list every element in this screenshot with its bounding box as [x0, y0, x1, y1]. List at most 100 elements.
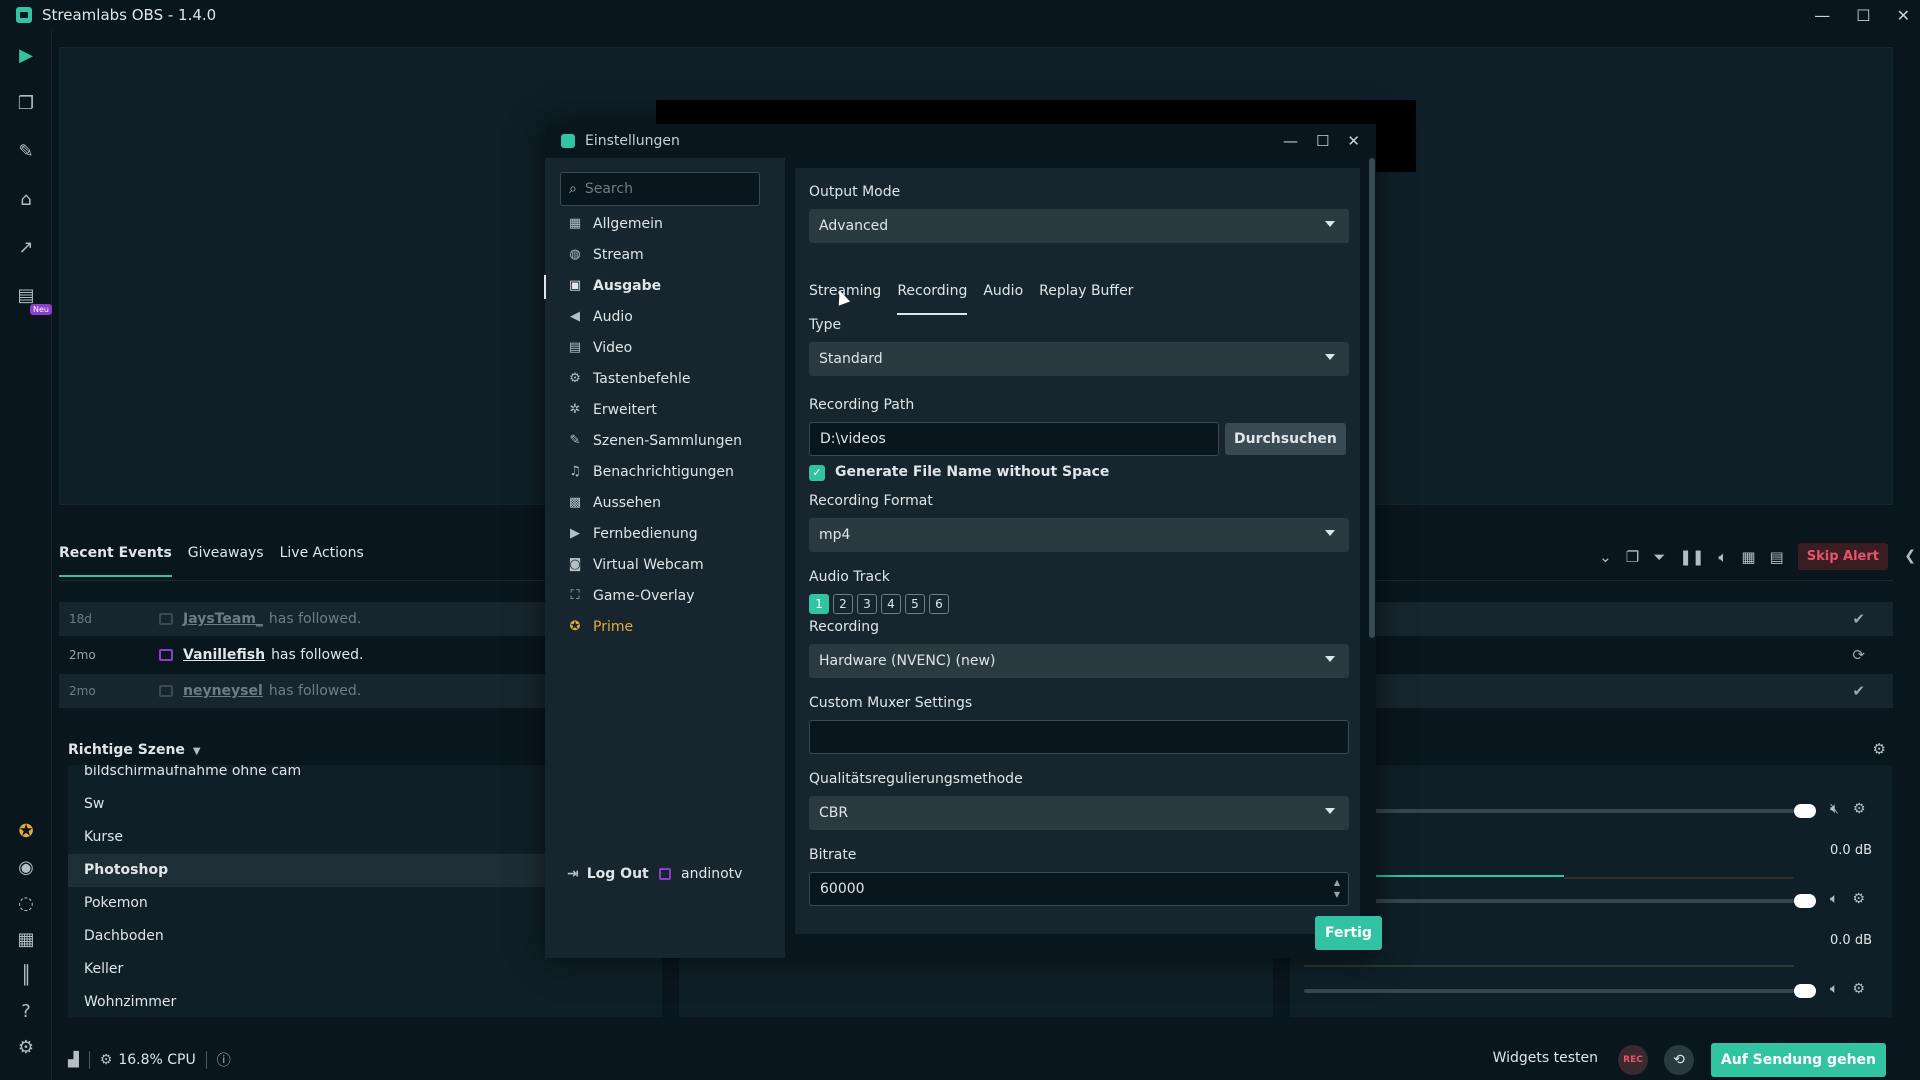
view-list-icon[interactable]: ▤ — [1770, 548, 1784, 566]
encoder-select[interactable]: Hardware (NVENC) (new) — [809, 644, 1349, 678]
go-live-button[interactable]: Auf Sendung gehen — [1710, 1043, 1886, 1077]
maximize-icon[interactable]: ☐ — [1316, 132, 1329, 150]
tab-replay-buffer[interactable]: Replay Buffer — [1039, 283, 1133, 315]
sidebar-item-erweitert[interactable]: ✲ Erweitert — [567, 399, 657, 421]
gear-icon[interactable]: ⚙ — [1852, 981, 1865, 997]
prime-icon[interactable]: ✪ — [16, 822, 36, 842]
sidebar-item-prime[interactable]: ✪ Prime — [567, 616, 634, 638]
dashboard-icon[interactable]: ◉ — [16, 858, 36, 878]
gear-icon[interactable]: ⚙ — [1853, 801, 1866, 817]
help-icon[interactable]: ? — [16, 1002, 36, 1022]
sidebar-item-virtual-webcam[interactable]: ◙ Virtual Webcam — [567, 554, 704, 576]
event-user-link[interactable]: Vanillefish — [183, 647, 265, 663]
analytics-icon[interactable]: ↗ — [16, 238, 36, 258]
type-select[interactable]: Standard — [809, 342, 1349, 376]
settings-gear-icon[interactable]: ⚙ — [16, 1038, 36, 1058]
tab-recording[interactable]: Recording — [897, 283, 968, 315]
speaker-icon[interactable]: 🔈︎ — [1830, 981, 1838, 997]
minimize-icon[interactable]: — — [1283, 132, 1298, 150]
sidebar-item-ausgabe[interactable]: ▣ Ausgabe — [567, 275, 661, 297]
close-icon[interactable]: ✕ — [1347, 132, 1360, 150]
volume-slider-handle[interactable] — [1794, 984, 1816, 998]
bitrate-input[interactable]: 60000 ▲ ▼ — [809, 872, 1349, 906]
speaker-icon[interactable]: 🔈︎ — [1830, 891, 1838, 907]
sidebar-item-video[interactable]: ▤ Video — [567, 337, 632, 359]
sidebar-item-benachrichtigungen[interactable]: ♫ Benachrichtigungen — [567, 461, 734, 483]
bar-chart-icon[interactable]: ▟ — [68, 1052, 79, 1068]
spinner-down-icon[interactable]: ▼ — [1334, 890, 1340, 900]
recording-format-select[interactable]: mp4 — [809, 518, 1349, 552]
tab-recent-events[interactable]: Recent Events — [59, 545, 172, 577]
output-mode-select[interactable]: Advanced — [809, 209, 1349, 243]
highlighter-icon[interactable]: ▤ — [16, 286, 36, 306]
tab-live-actions[interactable]: Live Actions — [280, 545, 364, 577]
generate-filename-checkbox[interactable]: ✓ — [809, 465, 825, 481]
view-grid-icon[interactable]: ▦ — [1741, 548, 1755, 566]
skip-alert-button[interactable]: Skip Alert — [1797, 543, 1888, 570]
audio-track-3[interactable]: 3 — [857, 594, 877, 614]
audio-track-4[interactable]: 4 — [881, 594, 901, 614]
library-icon[interactable]: ║ — [16, 966, 36, 986]
volume-slider-track[interactable] — [1304, 989, 1794, 993]
maximize-icon[interactable]: ☐ — [1856, 6, 1870, 25]
browse-button[interactable]: Durchsuchen — [1225, 423, 1346, 455]
sidebar-item-tastenbefehle[interactable]: ⚙ Tastenbefehle — [567, 368, 690, 390]
info-icon[interactable]: ⓘ — [217, 1050, 231, 1070]
chevron-left-icon[interactable]: ❮ — [1904, 548, 1916, 564]
sidebar-item-allgemein[interactable]: ▦ Allgemein — [567, 213, 663, 235]
scene-collection-selector[interactable]: Richtige Szene ▼ — [68, 742, 201, 758]
check-icon[interactable]: ✔ — [1852, 682, 1865, 700]
layers-icon[interactable]: ❐ — [16, 94, 36, 114]
spinner-up-icon[interactable]: ▲ — [1334, 878, 1340, 888]
audio-track-6[interactable]: 6 — [929, 594, 949, 614]
sidebar-item-audio[interactable]: ◀ Audio — [567, 306, 633, 328]
settings-sidebar: ⌕ ▦ Allgemein ◍ Stream ▣ Ausgabe ◀ Audio ▤ Vi… — [544, 158, 785, 958]
repeat-icon[interactable]: ⟳ — [1852, 646, 1865, 664]
volume-slider-handle[interactable] — [1794, 804, 1816, 818]
close-icon[interactable]: ✕ — [1897, 6, 1910, 25]
volume-icon[interactable]: 🔈︎ — [1718, 548, 1727, 566]
recording-path-input[interactable] — [809, 422, 1219, 456]
muxer-settings-input[interactable] — [809, 720, 1349, 754]
sidebar-item-game-overlay[interactable]: ⛶ Game-Overlay — [567, 585, 694, 607]
store-icon[interactable]: ⌂ — [16, 190, 36, 210]
settings-scrollbar[interactable] — [1369, 158, 1375, 638]
done-button[interactable]: Fertig — [1315, 916, 1382, 950]
search-input[interactable] — [584, 181, 735, 197]
logout-button[interactable]: ⇥ Log Out — [567, 866, 649, 882]
chevron-down-icon[interactable]: ⌄ — [1599, 548, 1612, 566]
scene-item[interactable]: Wohnzimmer — [68, 986, 662, 1017]
event-user-link[interactable]: JaysTeam_ — [183, 611, 263, 627]
volume-slider-track[interactable] — [1374, 809, 1794, 813]
volume-slider-handle[interactable] — [1794, 894, 1816, 908]
gear-icon[interactable]: ⚙ — [1852, 891, 1865, 907]
audio-track-1[interactable]: 1 — [809, 594, 829, 614]
themes-icon[interactable]: ✎ — [16, 142, 36, 162]
audio-track-2[interactable]: 2 — [833, 594, 853, 614]
sidebar-item-label: Video — [593, 340, 633, 356]
tab-giveaways[interactable]: Giveaways — [188, 545, 264, 577]
audio-track-5[interactable]: 5 — [905, 594, 925, 614]
chat-icon[interactable]: ◌ — [16, 894, 36, 914]
mixer-settings-icon[interactable]: ⚙ — [1873, 740, 1886, 758]
event-user-link[interactable]: neyneysel — [183, 683, 263, 699]
studio-mode-icon[interactable]: ▶ — [16, 46, 36, 66]
apps-icon[interactable]: ▦ — [16, 930, 36, 950]
bitrate-spinner[interactable]: ▲ ▼ — [1334, 878, 1340, 900]
tab-audio[interactable]: Audio — [983, 283, 1023, 315]
check-icon[interactable]: ✔ — [1852, 610, 1865, 628]
record-button[interactable]: REC — [1618, 1045, 1648, 1075]
sidebar-item-stream[interactable]: ◍ Stream — [567, 244, 643, 266]
minimize-icon[interactable]: — — [1814, 6, 1830, 25]
volume-slider-track[interactable] — [1374, 899, 1794, 903]
filter-icon[interactable]: ⏷ — [1653, 548, 1665, 566]
replay-buffer-icon[interactable]: ⟲ — [1664, 1045, 1694, 1075]
test-widgets-button[interactable]: Widgets testen — [1493, 1050, 1598, 1066]
mute-icon[interactable]: 🔇︎ — [1830, 801, 1839, 817]
pause-icon[interactable]: ❚❚ — [1679, 548, 1704, 566]
sidebar-item-aussehen[interactable]: ▩ Aussehen — [567, 492, 661, 514]
popout-icon[interactable]: ❐ — [1626, 548, 1639, 566]
rate-control-select[interactable]: CBR — [809, 796, 1349, 830]
sidebar-item-szenen-sammlungen[interactable]: ✎ Szenen-Sammlungen — [567, 430, 742, 452]
sidebar-item-fernbedienung[interactable]: ▶ Fernbedienung — [567, 523, 698, 545]
